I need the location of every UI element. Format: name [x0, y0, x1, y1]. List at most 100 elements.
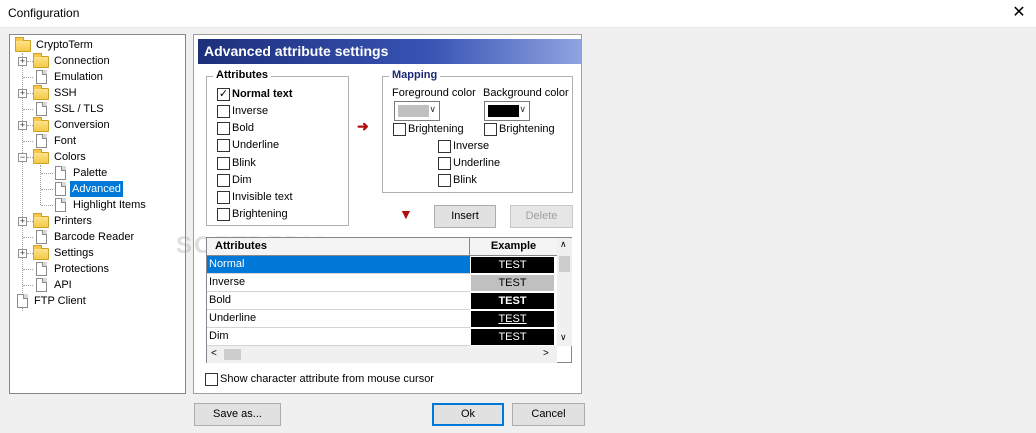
expand-icon[interactable]: +	[18, 217, 27, 226]
tree-item-colors[interactable]: − Colors	[10, 149, 185, 165]
row-example: TEST	[470, 328, 555, 346]
row-example: TEST	[470, 274, 555, 292]
page-icon	[36, 102, 47, 116]
checkbox-label: Blink	[232, 157, 256, 169]
chevron-down-icon: ∨	[429, 104, 436, 114]
collapse-icon[interactable]: −	[18, 153, 27, 162]
checkbox-icon[interactable]	[205, 373, 218, 386]
tree-item-connection[interactable]: + Connection	[10, 53, 185, 69]
tree-item-label: SSL / TLS	[54, 103, 104, 115]
vertical-scrollbar[interactable]: ∧ ∨	[557, 238, 572, 346]
scroll-right-icon[interactable]: >	[543, 348, 549, 359]
expand-icon[interactable]: +	[18, 121, 27, 130]
tree-item-ftp-client[interactable]: FTP Client	[10, 293, 185, 309]
row-attribute-name: Inverse	[207, 274, 470, 292]
checkbox-icon[interactable]	[217, 139, 230, 152]
checkbox-label: Inverse	[453, 140, 490, 152]
checkbox-label: Blink	[453, 174, 477, 186]
checkbox-icon[interactable]	[438, 157, 451, 170]
tree-item-label: Advanced	[70, 181, 123, 197]
tree-item-settings[interactable]: + Settings	[10, 245, 185, 261]
checkbox-checked-icon[interactable]: ✓	[217, 88, 230, 101]
tree-item-label: Protections	[54, 263, 110, 275]
tree-item-ssl-tls[interactable]: SSL / TLS	[10, 101, 185, 117]
background-color-swatch	[488, 105, 519, 117]
checkbox-icon[interactable]	[438, 174, 451, 187]
column-header-attributes[interactable]: Attributes	[207, 238, 470, 256]
checkbox-icon[interactable]	[438, 140, 451, 153]
tree-item-label: API	[54, 279, 72, 291]
table-row[interactable]: Inverse TEST	[207, 274, 557, 292]
scrollbar-thumb[interactable]	[559, 256, 570, 272]
folder-open-icon	[33, 149, 49, 164]
scroll-down-icon[interactable]: ∨	[560, 332, 567, 343]
column-header-example[interactable]: Example	[470, 238, 557, 256]
checkbox-icon[interactable]	[217, 105, 230, 118]
expand-icon[interactable]: +	[18, 249, 27, 258]
mapping-group-title: Mapping	[389, 69, 441, 81]
checkbox-icon[interactable]	[217, 174, 230, 187]
checkbox-icon[interactable]	[484, 123, 497, 136]
table-row[interactable]: Dim TEST	[207, 328, 557, 346]
delete-button[interactable]: Delete	[510, 205, 573, 228]
page-icon	[36, 230, 47, 244]
horizontal-scrollbar[interactable]: < >	[207, 346, 557, 363]
tree-item-protections[interactable]: Protections	[10, 261, 185, 277]
tree-item-advanced[interactable]: Advanced	[10, 181, 185, 197]
row-attribute-name: Normal	[207, 256, 470, 274]
arrow-down-icon: ▼	[399, 206, 413, 222]
table-row[interactable]: Bold TEST	[207, 292, 557, 310]
close-icon[interactable]: ✕	[1008, 3, 1030, 25]
expand-icon[interactable]: +	[18, 57, 27, 66]
cancel-button[interactable]: Cancel	[512, 403, 585, 426]
tree-item-highlight-items[interactable]: Highlight Items	[10, 197, 185, 213]
page-icon	[55, 198, 66, 212]
chevron-down-icon: ∨	[519, 104, 526, 114]
row-example: TEST	[470, 292, 555, 310]
tree-item-cryptoterm[interactable]: CryptoTerm	[10, 37, 185, 53]
background-color-dropdown[interactable]: ∨	[484, 101, 530, 121]
checkbox-label: Show character attribute from mouse curs…	[220, 373, 434, 385]
folder-icon	[33, 245, 49, 260]
tree-item-label: Emulation	[54, 71, 103, 83]
tree-item-emulation[interactable]: Emulation	[10, 69, 185, 85]
checkbox-icon[interactable]	[217, 191, 230, 204]
title-bar: Configuration ✕	[0, 0, 1036, 28]
checkbox-icon[interactable]	[217, 122, 230, 135]
tree-item-conversion[interactable]: + Conversion	[10, 117, 185, 133]
checkbox-label: Inverse	[232, 105, 269, 117]
settings-tree[interactable]: CryptoTerm + Connection Emulation + SSH …	[9, 34, 186, 394]
page-icon	[36, 134, 47, 148]
tree-item-ssh[interactable]: + SSH	[10, 85, 185, 101]
tree-item-label: Font	[54, 135, 77, 147]
tree-item-barcode-reader[interactable]: Barcode Reader	[10, 229, 185, 245]
row-example: TEST	[470, 310, 555, 328]
folder-icon	[33, 53, 49, 68]
tree-item-api[interactable]: API	[10, 277, 185, 293]
checkbox-icon[interactable]	[217, 157, 230, 170]
tree-item-label: Colors	[54, 151, 86, 163]
folder-icon	[33, 117, 49, 132]
tree-item-label: Connection	[54, 55, 110, 67]
foreground-color-label: Foreground color	[392, 87, 476, 99]
tree-item-font[interactable]: Font	[10, 133, 185, 149]
checkbox-label: Dim	[232, 174, 252, 186]
table-row[interactable]: Underline TEST	[207, 310, 557, 328]
insert-button[interactable]: Insert	[434, 205, 496, 228]
checkbox-label: Underline	[453, 157, 501, 169]
scroll-left-icon[interactable]: <	[211, 348, 217, 359]
scroll-up-icon[interactable]: ∧	[560, 239, 567, 250]
foreground-color-dropdown[interactable]: ∨	[394, 101, 440, 121]
tree-item-palette[interactable]: Palette	[10, 165, 185, 181]
save-as-button[interactable]: Save as...	[194, 403, 281, 426]
checkbox-icon[interactable]	[393, 123, 406, 136]
attributes-table[interactable]: Attributes Example Normal TEST Inverse T…	[206, 237, 572, 363]
page-icon	[36, 70, 47, 84]
checkbox-icon[interactable]	[217, 208, 230, 221]
ok-button[interactable]: Ok	[432, 403, 504, 426]
scrollbar-thumb[interactable]	[224, 349, 241, 360]
table-row[interactable]: Normal TEST	[207, 256, 557, 274]
tree-item-printers[interactable]: + Printers	[10, 213, 185, 229]
folder-open-icon	[15, 37, 31, 52]
expand-icon[interactable]: +	[18, 89, 27, 98]
